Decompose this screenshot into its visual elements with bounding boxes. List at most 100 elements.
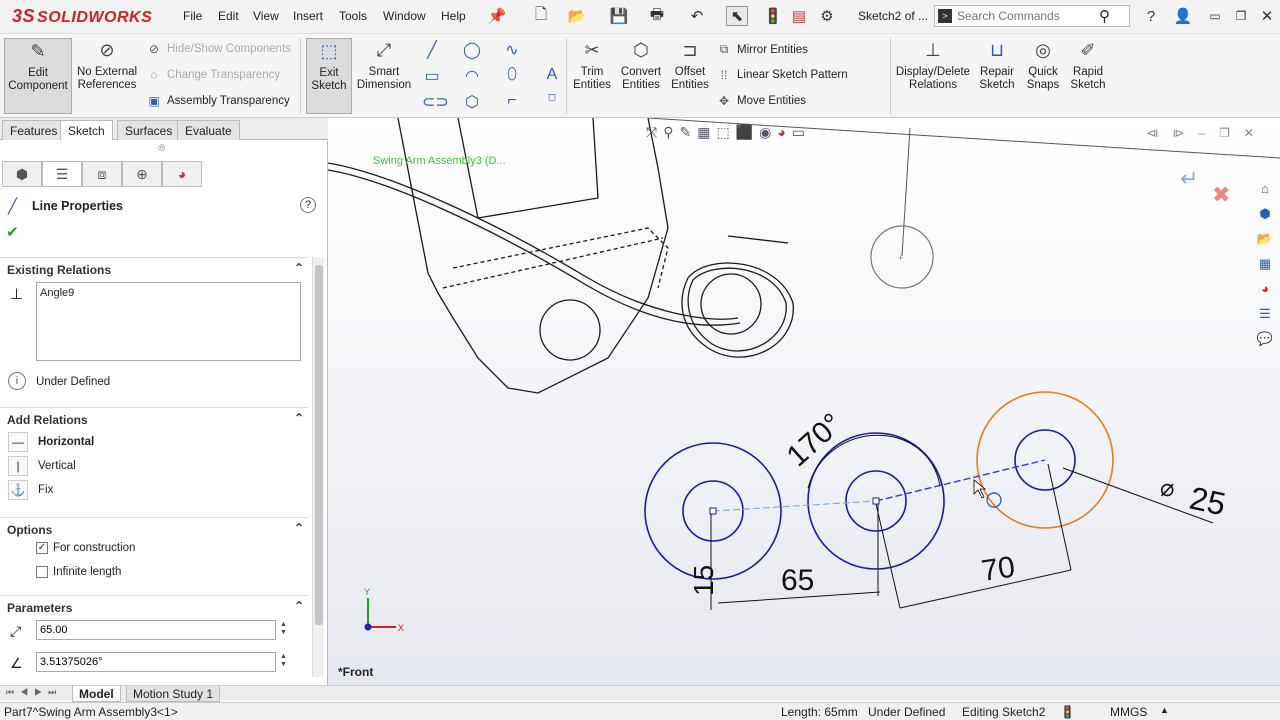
dim-15-label[interactable]: 15 [688,565,719,596]
file-properties-icon[interactable]: ▤ [788,6,810,26]
assembly-transparency-button[interactable]: ▣ Assembly Transparency [146,94,289,108]
options-gear-icon[interactable]: ⚙ [816,6,838,26]
tab-surfaces[interactable]: Surfaces [117,120,181,140]
collapse-icon[interactable]: ⌃ [294,521,304,535]
help-icon[interactable]: ? [300,197,316,213]
pm-scrollbar[interactable] [312,257,324,677]
appearance-icon[interactable]: ◕ [777,124,785,141]
graphics-area[interactable]: + 170° 15 65 70 ⌀ 25 Y X Swing Arm Assem… [328,118,1280,685]
display-delete-relations-button[interactable]: ⊥ Display/Delete Relations [894,38,972,114]
linear-sketch-pattern-button[interactable]: ⁞⁞ Linear Sketch Pattern [716,68,848,82]
design-library-icon[interactable]: ⬢ [1254,203,1276,225]
collapse-icon[interactable]: ⌃ [294,599,304,613]
point-tool-icon[interactable]: ◻ [542,92,562,103]
appearances-icon[interactable]: ◕ [1254,278,1276,300]
scrollbar-thumb[interactable] [315,265,323,625]
sketch-canvas[interactable]: + 170° 15 65 70 ⌀ 25 Y X [328,118,1280,685]
ellipse-tool-icon[interactable]: ⬯ [502,66,522,84]
units-dropdown-icon[interactable]: ▲ [1160,705,1169,715]
panel-splitter-icon[interactable]: ⦾ [158,143,165,154]
quick-snaps-button[interactable]: ◎ Quick Snaps [1022,38,1064,114]
convert-entities-button[interactable]: ⬡ Convert Entities [618,38,664,114]
rebuild-icon[interactable]: 🚦 [762,6,784,26]
rebuild-status-icon[interactable]: 🚦 [1060,705,1075,719]
dim-70-label[interactable]: 70 [979,551,1017,588]
search-input[interactable] [957,8,1097,24]
existing-relations-header[interactable]: Existing Relations ⌃ [0,257,308,279]
menu-help[interactable]: Help [441,9,466,23]
tab-motion-study-1[interactable]: Motion Study 1 [126,686,221,702]
relation-fix[interactable]: ⚓ Fix [8,480,53,500]
menu-insert[interactable]: Insert [293,9,323,23]
relation-vertical[interactable]: | Vertical [8,456,76,476]
search-commands-box[interactable]: > ⚲ [934,5,1130,27]
line-tool-icon[interactable]: ╱ [422,40,442,60]
construction-line-2[interactable] [875,459,1046,502]
tab-evaluate[interactable]: Evaluate [177,120,240,140]
restore-window-icon[interactable]: ▭ [1204,6,1226,26]
ok-checkmark-icon[interactable]: ✔ [6,223,19,241]
view-palette-icon[interactable]: ▦ [1254,253,1276,275]
previous-view-icon[interactable]: ✎ [679,124,691,141]
menu-tools[interactable]: Tools [339,9,367,23]
property-manager-icon[interactable]: ☰ [42,161,82,187]
arc-tool-icon[interactable]: ◠ [462,66,482,86]
collapse-icon[interactable]: ⌃ [294,261,304,275]
menu-edit[interactable]: Edit [218,9,239,23]
edit-component-button[interactable]: ✎ Edit Component [4,38,72,114]
pin-icon[interactable]: 📌 [486,6,508,26]
menu-window[interactable]: Window [383,9,426,23]
tab-features[interactable]: Features [2,120,66,140]
close-window-icon[interactable]: ✕ [1256,6,1278,26]
forum-icon[interactable]: 💬 [1254,328,1276,350]
save-icon[interactable]: 💾 [608,6,630,26]
angle-field[interactable] [36,652,276,672]
mirror-entities-button[interactable]: ⧉ Mirror Entities [716,42,808,57]
change-transparency-button[interactable]: ◌ Change Transparency [146,68,280,82]
text-tool-icon[interactable]: A [542,66,562,84]
section-view-icon[interactable]: ▦ [697,124,710,141]
new-document-icon[interactable]: 🗋 [530,6,552,26]
repair-sketch-button[interactable]: ⊔ Repair Sketch [974,38,1020,114]
dim-angle-label[interactable]: 170° [781,407,849,473]
checkbox-checked-icon[interactable]: ✓ [36,542,48,554]
length-field[interactable] [36,620,276,640]
sketch-point[interactable] [872,497,880,505]
smart-dimension-button[interactable]: ⤢ Smart Dimension [356,38,412,114]
zoom-to-fit-icon[interactable]: ⤧ [646,124,657,141]
angle-spinner[interactable]: ▲ ▼ [280,653,292,669]
exit-sketch-button[interactable]: ⬚ Exit Sketch [306,38,352,114]
tab-scroll-arrows-icon[interactable]: ⏮◀▶⏭ [6,687,62,698]
hide-show-items-icon[interactable]: ◉ [759,124,771,141]
no-external-references-button[interactable]: ⊘ No External References [76,38,138,114]
solidworks-logo[interactable]: 3S SOLIDWORKS [12,6,152,27]
undo-icon[interactable]: ↶ [686,6,708,26]
list-item[interactable]: Angle9 [40,287,297,299]
existing-relations-list[interactable]: Angle9 [36,282,301,361]
select-cursor-icon[interactable]: ⬉ [726,6,748,26]
move-entities-button[interactable]: ✥ Move Entities [716,94,806,108]
assembly-tree-label[interactable]: Swing Arm Assembly3 (D... [373,155,506,167]
rapid-sketch-button[interactable]: ✐ Rapid Sketch [1066,38,1110,114]
home-icon[interactable]: ⌂ [1254,178,1276,200]
trim-entities-button[interactable]: ✂ Trim Entities [570,38,614,114]
infinite-length-checkbox[interactable]: Infinite length [36,566,121,578]
rectangle-tool-icon[interactable]: ▭ [422,66,442,86]
menu-file[interactable]: File [183,9,202,23]
confirm-corner-accept-icon[interactable]: ↵ [1180,166,1198,192]
open-icon[interactable]: 📂 [566,6,588,26]
polygon-tool-icon[interactable]: ⬡ [462,92,482,112]
maximize-window-icon[interactable]: ❐ [1230,6,1252,26]
add-relations-header[interactable]: Add Relations ⌃ [0,407,308,429]
fillet-tool-icon[interactable]: ⌐ [502,92,522,110]
collapse-icon[interactable]: ⌃ [294,411,304,425]
tab-sketch[interactable]: Sketch [60,120,113,140]
search-icon[interactable]: ⚲ [1099,7,1110,25]
options-header[interactable]: Options ⌃ [0,517,308,539]
menu-view[interactable]: View [253,9,279,23]
zoom-area-icon[interactable]: ⚲ [663,124,673,141]
parameters-header[interactable]: Parameters ⌃ [0,595,308,617]
hide-show-components-button[interactable]: ⊘ Hide/Show Components [146,42,291,56]
status-units[interactable]: MMGS [1110,705,1147,719]
slot-tool-icon[interactable]: ⊂⊃ [422,92,449,112]
